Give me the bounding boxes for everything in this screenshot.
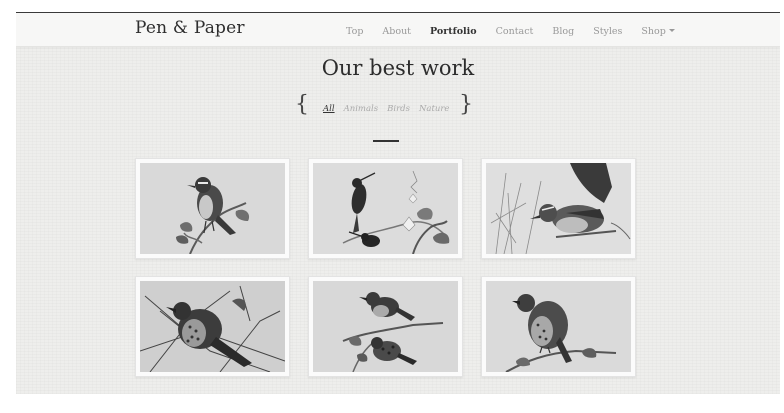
sparrow-in-grass-image bbox=[486, 163, 631, 254]
right-brace-ornament: } bbox=[459, 92, 473, 117]
portfolio-item[interactable] bbox=[308, 158, 463, 259]
portfolio-filter-bar: { All Animals Birds Nature } bbox=[293, 92, 475, 121]
chevron-down-icon bbox=[668, 28, 675, 32]
page-frame: Pen & Paper Top About Portfolio Contact … bbox=[16, 12, 780, 394]
thrush-in-branches-image bbox=[140, 281, 285, 372]
portfolio-item[interactable] bbox=[481, 158, 636, 259]
nav-item-shop[interactable]: Shop bbox=[641, 25, 675, 37]
nav-item-portfolio[interactable]: Portfolio bbox=[430, 26, 477, 37]
filter-nature[interactable]: Nature bbox=[419, 104, 450, 114]
hummingbirds-image bbox=[313, 163, 458, 254]
bird-on-branch-image bbox=[140, 163, 285, 254]
main-nav: Top About Portfolio Contact Blog Styles … bbox=[346, 24, 694, 38]
left-brace-ornament: { bbox=[295, 92, 309, 117]
two-birds-on-branch-image bbox=[313, 281, 458, 372]
nav-item-shop-label: Shop bbox=[641, 25, 666, 37]
filter-list: All Animals Birds Nature bbox=[323, 104, 458, 114]
filter-animals[interactable]: Animals bbox=[344, 104, 379, 114]
nav-item-about[interactable]: About bbox=[382, 26, 411, 37]
filter-birds[interactable]: Birds bbox=[387, 104, 410, 114]
title-divider bbox=[373, 140, 399, 142]
filter-all[interactable]: All bbox=[323, 104, 335, 114]
portfolio-item[interactable] bbox=[135, 276, 290, 377]
portfolio-item[interactable] bbox=[308, 276, 463, 377]
bunting-with-flowers-image bbox=[486, 281, 631, 372]
portfolio-item[interactable] bbox=[481, 276, 636, 377]
portfolio-grid bbox=[135, 158, 636, 377]
nav-item-styles[interactable]: Styles bbox=[593, 26, 622, 37]
nav-item-contact[interactable]: Contact bbox=[496, 26, 534, 37]
nav-item-top[interactable]: Top bbox=[346, 26, 363, 37]
nav-item-blog[interactable]: Blog bbox=[552, 26, 574, 37]
brand-logo[interactable]: Pen & Paper bbox=[135, 18, 245, 38]
page-title: Our best work bbox=[321, 56, 475, 80]
navbar: Pen & Paper Top About Portfolio Contact … bbox=[16, 13, 780, 47]
portfolio-item[interactable] bbox=[135, 158, 290, 259]
